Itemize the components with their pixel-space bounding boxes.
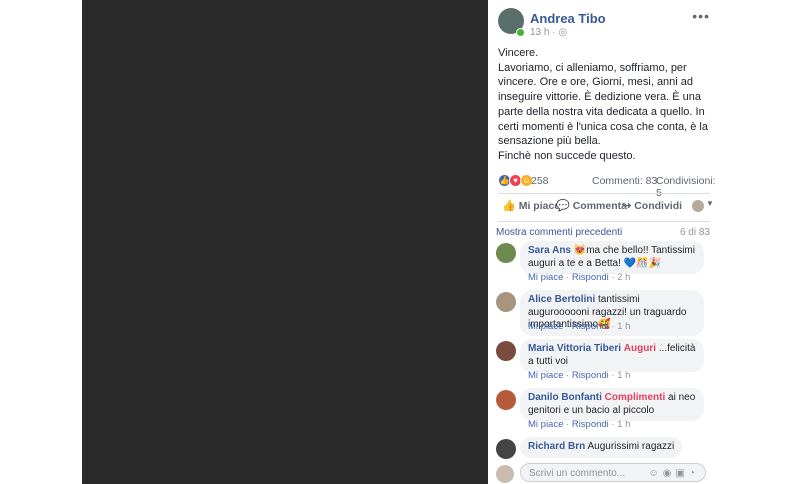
globe-icon: ◎	[558, 27, 568, 38]
comment-time[interactable]: 2 h	[617, 272, 630, 283]
comment-like-link[interactable]: Mi piace	[528, 321, 563, 332]
comment-button-label: Commenta	[572, 200, 627, 212]
gif-icon[interactable]: ▣	[676, 468, 689, 479]
share-count[interactable]: Condivisioni: 5	[656, 175, 716, 199]
comment-author[interactable]: Alice Bertolini	[528, 294, 595, 305]
comment-author[interactable]: Danilo Bonfanti	[528, 392, 602, 403]
post-actions: 👍 Mi piace 💬 Commenta ↪ Condividi ▼	[498, 197, 714, 217]
online-status-icon	[516, 28, 525, 37]
like-button[interactable]: 👍 Mi piace	[502, 199, 560, 212]
emoji-icon[interactable]: ☺	[649, 468, 663, 479]
post-header: Andrea Tibo 13 h · ◎ •••	[498, 8, 710, 38]
comment-author[interactable]: Sara Ans	[528, 245, 571, 256]
comment-avatar[interactable]	[496, 390, 516, 410]
comment-reply-link[interactable]: Rispondi	[572, 419, 609, 430]
share-icon: ↪	[622, 200, 632, 212]
like-button-label: Mi piace	[518, 200, 561, 212]
show-previous-comments-link[interactable]: Mostra commenti precedenti	[496, 227, 622, 238]
post-meta: 13 h · ◎	[530, 27, 567, 38]
reaction-icons[interactable]: 👍 ♥ ☺	[498, 174, 533, 187]
post-text: Vincere. Lavoriamo, ci alleniamo, soffri…	[498, 46, 710, 164]
post-text-line: Lavoriamo, ci alleniamo, soffriamo, per …	[498, 61, 708, 148]
reactions-summary: 👍♥☺ 258 Commenti: 83 Condivisioni: 5	[498, 174, 716, 199]
right-margin	[718, 0, 800, 484]
comment-avatar[interactable]	[496, 243, 516, 263]
comment-meta: Mi piace · Rispondi · 1 h	[528, 321, 631, 332]
comment-meta: Mi piace · Rispondi · 1 h	[528, 419, 631, 430]
comments-count: 6 di 83	[679, 227, 710, 238]
post-as-avatar[interactable]	[692, 200, 704, 212]
comment-avatar[interactable]	[496, 341, 516, 361]
comment-bubble: Danilo Bonfanti Complimenti ai neo genit…	[520, 388, 704, 421]
comment-button[interactable]: 💬 Commenta	[556, 199, 627, 212]
post-time[interactable]: 13 h	[530, 27, 549, 38]
comment-like-link[interactable]: Mi piace	[528, 272, 563, 283]
previous-comments-row: Mostra commenti precedenti 6 di 83	[496, 227, 710, 238]
comment-avatar[interactable]	[496, 292, 516, 312]
thumbs-up-icon: 👍	[502, 200, 516, 212]
post-text-line: Vincere.	[498, 47, 539, 59]
comment-like-link[interactable]: Mi piace	[528, 370, 563, 381]
photo-area	[0, 0, 488, 484]
post-photo[interactable]	[82, 0, 488, 484]
comment-reply-link[interactable]: Rispondi	[572, 272, 609, 283]
comment-time[interactable]: 1 h	[617, 321, 630, 332]
comment-reply-link[interactable]: Rispondi	[572, 321, 609, 332]
comment-reply-link[interactable]: Rispondi	[572, 370, 609, 381]
sticker-icon[interactable]: ◔	[689, 468, 699, 479]
comment-author[interactable]: Maria Vittoria Tiberi	[528, 343, 621, 354]
comment-meta: Mi piace · Rispondi · 2 h	[528, 272, 631, 283]
share-button-label: Condividi	[634, 200, 683, 212]
comment-input-placeholder: Scrivi un commento...	[529, 468, 626, 479]
comment-icon: 💬	[556, 200, 570, 212]
composer-avatar	[496, 465, 514, 483]
share-button[interactable]: ↪ Condividi	[622, 199, 682, 212]
post-text-line: Finchè non succede questo.	[498, 149, 636, 162]
comment-like-link[interactable]: Mi piace	[528, 419, 563, 430]
divider	[498, 221, 710, 222]
comment-meta: Mi piace · Rispondi · 1 h	[528, 370, 631, 381]
more-options-icon[interactable]: •••	[692, 8, 710, 24]
camera-icon[interactable]: ◉	[663, 468, 676, 479]
comment-avatar[interactable]	[496, 439, 516, 459]
author-name[interactable]: Andrea Tibo	[530, 11, 606, 26]
comment-bubble: Richard Brn Augurissimi ragazzi	[520, 437, 683, 458]
composer-icons: ☺◉▣◔	[649, 464, 699, 483]
comment-text: Augurissimi ragazzi	[587, 441, 675, 452]
comment-composer: Scrivi un commento... ☺◉▣◔	[496, 463, 710, 484]
comment-tag[interactable]: Complimenti	[605, 392, 666, 403]
comment-input[interactable]: Scrivi un commento... ☺◉▣◔	[520, 463, 706, 482]
comment-tag[interactable]: Auguri	[624, 343, 656, 354]
divider	[498, 193, 710, 194]
comment-time[interactable]: 1 h	[617, 419, 630, 430]
post-side-panel: Andrea Tibo 13 h · ◎ ••• Vincere. Lavori…	[488, 0, 718, 484]
comment-bubble: Maria Vittoria Tiberi Auguri ...felicità…	[520, 339, 704, 372]
chevron-down-icon[interactable]: ▼	[706, 199, 714, 208]
comment-bubble: Sara Ans 😻ma che bello!! Tantissimi augu…	[520, 241, 704, 274]
comment-author[interactable]: Richard Brn	[528, 441, 585, 452]
comment-time[interactable]: 1 h	[617, 370, 630, 381]
reaction-count[interactable]: 258	[531, 175, 549, 187]
comment-count[interactable]: Commenti: 83	[592, 175, 657, 187]
